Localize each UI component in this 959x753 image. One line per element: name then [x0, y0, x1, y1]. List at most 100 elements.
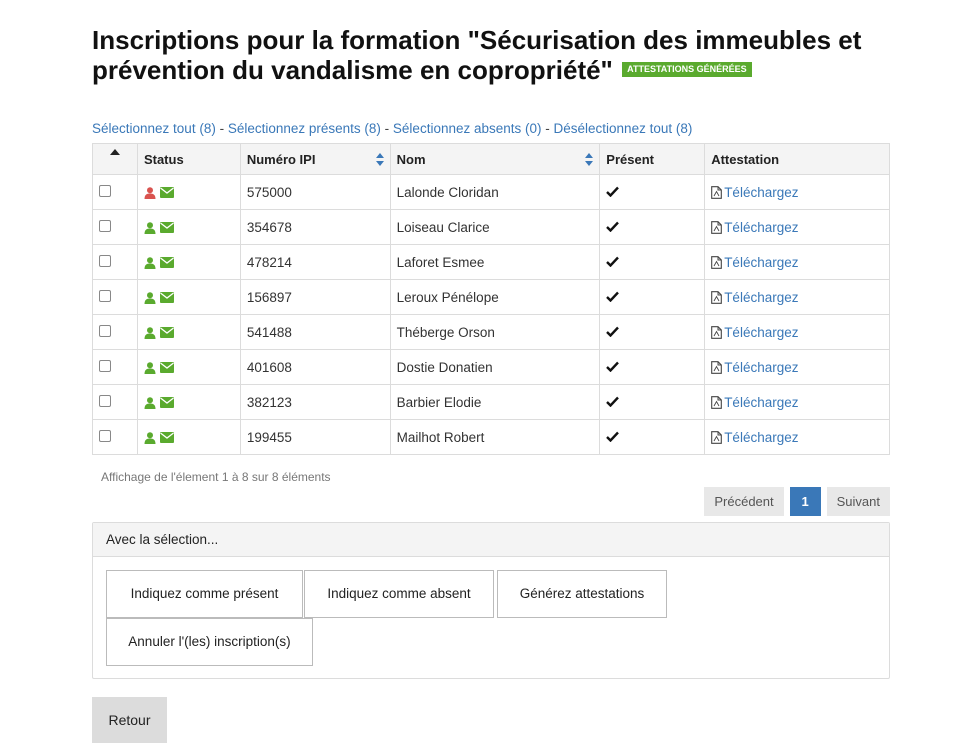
check-icon: [606, 221, 620, 232]
select-column-header[interactable]: [92, 143, 138, 175]
check-icon: [606, 431, 620, 442]
pagination: Précédent 1 Suivant: [704, 487, 890, 516]
download-link[interactable]: Téléchargez: [711, 185, 798, 200]
name-cell: Théberge Orson: [389, 314, 601, 350]
present-cell: [599, 384, 706, 420]
present-cell: [599, 209, 706, 245]
envelope-icon: [159, 432, 174, 444]
ipi-cell: 382123: [239, 384, 391, 420]
row-checkbox[interactable]: [99, 394, 111, 407]
table-row: 382123 Barbier Elodie Téléchargez: [92, 384, 890, 420]
name-cell: Dostie Donatien: [389, 349, 601, 385]
envelope-icon: [159, 187, 174, 199]
row-checkbox[interactable]: [99, 254, 111, 267]
row-checkbox[interactable]: [99, 359, 111, 372]
sort-icon: [375, 153, 384, 166]
mark-present-button[interactable]: Indiquez comme présent: [106, 570, 303, 618]
table-row: 354678 Loiseau Clarice Téléchargez: [92, 209, 890, 245]
separator: -: [380, 121, 393, 136]
ipi-header[interactable]: Numéro IPI: [239, 143, 391, 175]
page-1-button[interactable]: 1: [789, 487, 821, 516]
row-checkbox[interactable]: [99, 289, 111, 302]
prev-page-button[interactable]: Précédent: [704, 487, 784, 516]
download-link[interactable]: Téléchargez: [711, 325, 798, 340]
status-cell: [136, 279, 241, 315]
user-icon: [144, 257, 156, 269]
envelope-icon: [159, 292, 174, 304]
attestation-cell: Téléchargez: [704, 314, 890, 350]
download-link[interactable]: Téléchargez: [711, 430, 798, 445]
table-row: 478214 Laforet Esmee Téléchargez: [92, 244, 890, 280]
cancel-registration-button[interactable]: Annuler l'(les) inscription(s): [106, 618, 313, 666]
pdf-icon: [711, 325, 723, 339]
status-badge: ATTESTATIONS GÉNÉRÉES: [622, 61, 752, 77]
status-cell: [136, 174, 241, 210]
row-checkbox[interactable]: [99, 184, 111, 197]
pdf-icon: [711, 395, 723, 409]
name-cell: Barbier Elodie: [389, 384, 601, 420]
ipi-header-label: Numéro IPI: [246, 151, 316, 167]
pdf-icon: [711, 255, 723, 269]
row-select-cell: [92, 279, 138, 315]
page-title: Inscriptions pour la formation "Sécurisa…: [92, 25, 892, 85]
row-select-cell: [92, 174, 138, 210]
name-cell: Laforet Esmee: [389, 244, 601, 280]
download-link[interactable]: Téléchargez: [711, 255, 798, 270]
row-select-cell: [92, 314, 138, 350]
table-row: 541488 Théberge Orson Téléchargez: [92, 314, 890, 350]
row-select-cell: [92, 209, 138, 245]
select-absent-link[interactable]: Sélectionnez absents (0): [393, 121, 542, 136]
attestation-cell: Téléchargez: [704, 209, 890, 245]
select-all-link[interactable]: Sélectionnez tout (8): [92, 121, 216, 136]
present-header: Présent: [599, 143, 706, 175]
pdf-icon: [711, 185, 723, 199]
attestation-cell: Téléchargez: [704, 419, 890, 455]
present-cell: [599, 419, 706, 455]
name-header[interactable]: Nom: [389, 143, 601, 175]
envelope-icon: [159, 397, 174, 409]
check-icon: [606, 186, 620, 197]
table-row: 156897 Leroux Pénélope Téléchargez: [92, 279, 890, 315]
mark-absent-button[interactable]: Indiquez comme absent: [304, 570, 494, 618]
download-label: Téléchargez: [724, 359, 799, 375]
back-button[interactable]: Retour: [92, 697, 167, 743]
check-icon: [606, 361, 620, 372]
deselect-all-link[interactable]: Désélectionnez tout (8): [554, 121, 693, 136]
name-cell: Loiseau Clarice: [389, 209, 601, 245]
generate-attestations-button[interactable]: Générez attestations: [497, 570, 667, 618]
select-present-link[interactable]: Sélectionnez présents (8): [228, 121, 381, 136]
present-cell: [599, 174, 706, 210]
present-cell: [599, 279, 706, 315]
row-select-cell: [92, 419, 138, 455]
name-cell: Leroux Pénélope: [389, 279, 601, 315]
sort-asc-icon: [109, 149, 120, 155]
table-header-row: Status Numéro IPI Nom Présent Attestatio…: [92, 143, 890, 175]
download-link[interactable]: Téléchargez: [711, 395, 798, 410]
download-link[interactable]: Téléchargez: [711, 360, 798, 375]
ipi-cell: 401608: [239, 349, 391, 385]
download-link[interactable]: Téléchargez: [711, 290, 798, 305]
download-link[interactable]: Téléchargez: [711, 220, 798, 235]
next-page-button[interactable]: Suivant: [826, 487, 890, 516]
pdf-icon: [711, 360, 723, 374]
download-label: Téléchargez: [724, 324, 799, 340]
row-select-cell: [92, 244, 138, 280]
user-icon: [144, 432, 156, 444]
attestation-header: Attestation: [704, 143, 890, 175]
pdf-icon: [711, 290, 723, 304]
row-checkbox[interactable]: [99, 324, 111, 337]
table-info: Affichage de l'élement 1 à 8 sur 8 éléme…: [101, 470, 331, 484]
download-label: Téléchargez: [724, 219, 799, 235]
attestation-cell: Téléchargez: [704, 279, 890, 315]
envelope-icon: [159, 327, 174, 339]
status-cell: [136, 314, 241, 350]
row-checkbox[interactable]: [99, 429, 111, 442]
bulk-actions-heading: Avec la sélection...: [93, 523, 889, 557]
present-cell: [599, 349, 706, 385]
table-row: 199455 Mailhot Robert Téléchargez: [92, 419, 890, 455]
pdf-icon: [711, 430, 723, 444]
separator: -: [215, 121, 228, 136]
row-checkbox[interactable]: [99, 219, 111, 232]
download-label: Téléchargez: [724, 394, 799, 410]
name-header-label: Nom: [396, 151, 426, 167]
